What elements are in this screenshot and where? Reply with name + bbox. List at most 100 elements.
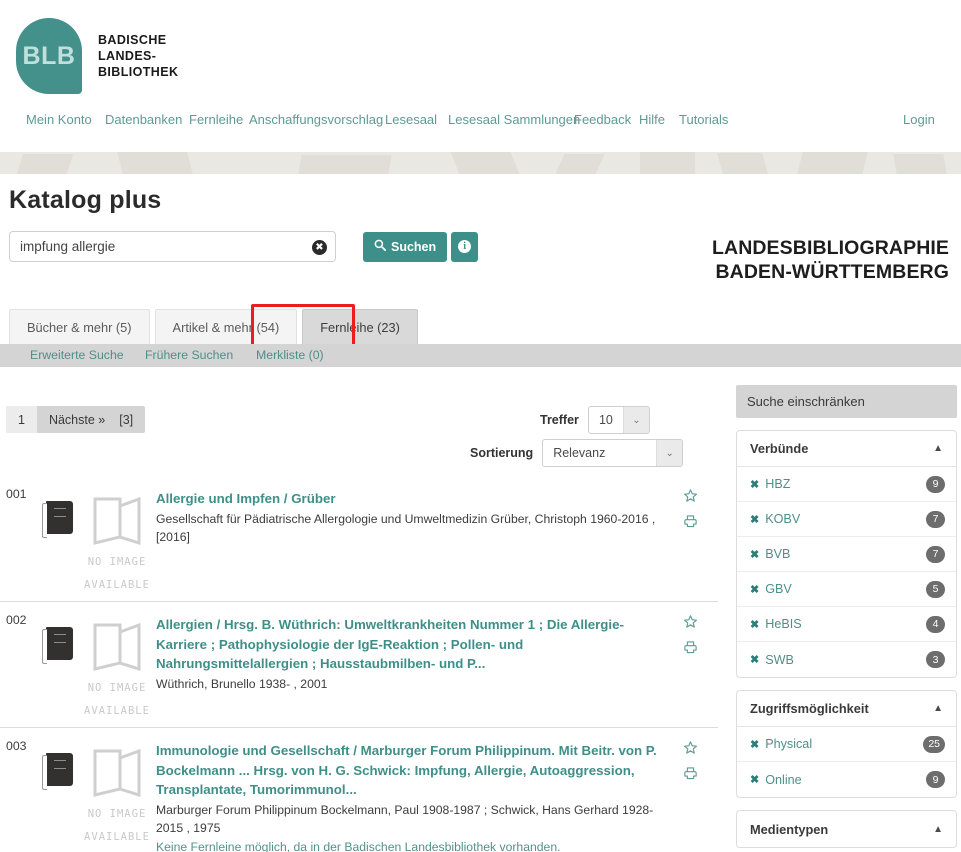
sidebar-title: Suche einschränken <box>736 385 957 418</box>
facet-sidebar: Suche einschränken Verbünde ▲ ✖ HBZ 9 ✖ KO… <box>736 385 957 848</box>
facet-header-verbuende[interactable]: Verbünde ▲ <box>737 431 956 467</box>
clear-icon[interactable]: ✖ <box>312 240 327 255</box>
star-icon[interactable] <box>680 740 700 760</box>
tab-buecher-und-mehr[interactable]: Bücher & mehr (5) <box>9 309 150 344</box>
result-actions <box>680 740 700 792</box>
table-row[interactable]: 001 NO IMAGE AVAILABLE Allergie und Impf… <box>0 476 718 602</box>
x-icon: ✖ <box>750 618 760 631</box>
hits-value: 10 <box>598 413 613 427</box>
nav-item-hilfe[interactable]: Hilfe <box>639 112 665 127</box>
site-header: BLB BADISCHE LANDES- BIBLIOTHEK Mein Kon… <box>0 0 961 152</box>
result-title-link[interactable]: Immunologie und Gesellschaft / Marburger… <box>156 741 666 800</box>
tab-artikel-und-mehr[interactable]: Artikel & mehr (54) <box>154 309 298 344</box>
result-content: Allergie und Impfen / Grüber Gesellschaf… <box>156 485 718 591</box>
search-icon <box>374 239 387 254</box>
logo-wordmark: BADISCHE LANDES- BIBLIOTHEK <box>98 32 178 80</box>
table-row[interactable]: 002 NO IMAGE AVAILABLE Allergien / Hrsg.… <box>0 602 718 728</box>
printer-icon[interactable] <box>680 640 700 660</box>
facet-item-hebis[interactable]: ✖ HeBIS 4 <box>737 607 956 642</box>
facet-group-medientypen: Medientypen ▲ <box>736 810 957 848</box>
result-list: 001 NO IMAGE AVAILABLE Allergie und Impf… <box>0 476 718 852</box>
x-icon: ✖ <box>750 654 760 666</box>
tab-label: Artikel & mehr (54) <box>172 319 280 335</box>
caret-up-icon: ▲ <box>933 443 943 454</box>
pagination: 1 Nächste » [3] <box>6 406 146 433</box>
no-image-placeholder: NO IMAGE AVAILABLE <box>82 745 152 847</box>
link-merkliste[interactable]: Merkliste (0) <box>256 348 324 362</box>
info-icon: i <box>458 240 472 253</box>
result-number: 001 <box>6 487 27 501</box>
facet-group-zugriffsmoeglichkeit: Zugriffsmöglichkeit ▲ ✖ Physical 25 ✖ Onli… <box>736 690 957 798</box>
result-thumbnail: NO IMAGE AVAILABLE <box>38 611 156 717</box>
nav-item-anschaffungsvorschlag[interactable]: Anschaffungsvorschlag <box>249 112 383 127</box>
nav-item-fernleihe[interactable]: Fernleihe <box>189 112 243 127</box>
result-metadata: Wüthrich, Brunello 1938- , 2001 <box>156 676 328 691</box>
tab-label: Fernleihe (23) <box>320 319 400 335</box>
facet-group-verbuende: Verbünde ▲ ✖ HBZ 9 ✖ KOBV 7 ✖ BVB 7 ✖ GBV 5 … <box>736 430 957 678</box>
result-note: Keine Fernleine möglich, da in der Badis… <box>156 839 561 852</box>
tab-fernleihe[interactable]: Fernleihe (23) <box>302 309 418 344</box>
nav-item-tutorials[interactable]: Tutorials <box>679 112 728 127</box>
facet-item-swb[interactable]: ✖ SWB 3 <box>737 642 956 677</box>
link-fruehere-suchen[interactable]: Frühere Suchen <box>145 348 233 362</box>
chevron-down-icon: ⌄ <box>656 440 683 466</box>
result-thumbnail: NO IMAGE AVAILABLE <box>38 485 156 591</box>
star-icon[interactable] <box>680 488 700 508</box>
sort-select[interactable]: Relevanz ⌄ <box>542 439 684 467</box>
facet-item-online[interactable]: ✖ Online 9 <box>737 762 956 797</box>
search-submit-button[interactable]: Suchen <box>363 231 448 262</box>
printer-icon[interactable] <box>680 514 700 534</box>
x-icon: ✖ <box>750 513 760 526</box>
masthead-line-1: LANDESBIBLIOGRAPHIE <box>712 237 949 259</box>
facet-item-hbz[interactable]: ✖ HBZ 9 <box>737 467 956 502</box>
facet-item-label: GBV <box>765 582 792 596</box>
open-book-icon <box>93 748 141 798</box>
link-erweiterte-suche[interactable]: Erweiterte Suche <box>30 348 124 362</box>
facet-item-bvb[interactable]: ✖ BVB 7 <box>737 537 956 572</box>
info-button[interactable]: i <box>451 231 479 262</box>
facet-item-label: HBZ <box>765 477 791 491</box>
facet-item-kobv[interactable]: ✖ KOBV 7 <box>737 502 956 537</box>
result-tabs: Bücher & mehr (5) Artikel & mehr (54) Fe… <box>9 309 423 344</box>
facet-header-zugriffsmoeglichkeit[interactable]: Zugriffsmöglichkeit ▲ <box>737 691 956 727</box>
landesbibliographie-masthead: LANDESBIBLIOGRAPHIE BADEN-WÜRTTEMBERG <box>712 236 949 284</box>
facet-header-medientypen[interactable]: Medientypen ▲ <box>737 811 956 847</box>
printer-icon[interactable] <box>680 766 700 786</box>
logo-line-3: BIBLIOTHEK <box>98 65 179 79</box>
nav-item-lesesaal[interactable]: Lesesaal <box>385 112 437 127</box>
facet-title: Zugriffsmöglichkeit <box>750 701 869 716</box>
site-logo[interactable]: BLB BADISCHE LANDES- BIBLIOTHEK <box>16 18 178 94</box>
facet-item-label: SWB <box>765 652 794 667</box>
facet-item-physical[interactable]: ✖ Physical 25 <box>737 727 956 762</box>
star-icon[interactable] <box>680 614 700 634</box>
result-title-link[interactable]: Allergie und Impfen / Grüber <box>156 489 666 509</box>
nav-item-lesesaal-sammlungen[interactable]: Lesesaal Sammlungen <box>448 112 580 127</box>
search-input-wrapper[interactable]: ✖ <box>9 231 336 262</box>
logo-line-1: BADISCHE <box>98 33 167 47</box>
no-image-caption-line-2: AVAILABLE <box>84 831 150 843</box>
table-row[interactable]: 003 NO IMAGE AVAILABLE Immunologie und G… <box>0 728 718 852</box>
x-icon: ✖ <box>750 583 760 596</box>
no-image-placeholder: NO IMAGE AVAILABLE <box>82 619 152 721</box>
no-image-caption-line-2: AVAILABLE <box>84 579 150 591</box>
pagination-next-button[interactable]: Nächste » <box>37 406 117 433</box>
page-title: Katalog plus <box>9 186 162 214</box>
hits-select[interactable]: 10 ⌄ <box>587 406 650 434</box>
pagination-current-page[interactable]: 1 <box>6 406 37 433</box>
facet-item-label: Online <box>765 772 802 787</box>
no-image-placeholder: NO IMAGE AVAILABLE <box>82 493 152 595</box>
x-icon: ✖ <box>750 478 760 491</box>
facet-item-gbv[interactable]: ✖ GBV 5 <box>737 572 956 607</box>
nav-item-datenbanken[interactable]: Datenbanken <box>105 112 182 127</box>
nav-item-feedback[interactable]: Feedback <box>574 112 631 127</box>
pagination-total-pages: [3] <box>119 412 134 427</box>
facet-item-label: HeBIS <box>765 617 802 631</box>
blb-logo-icon: BLB <box>16 18 82 94</box>
result-title-link[interactable]: Allergien / Hrsg. B. Wüthrich: Umweltkra… <box>156 615 666 674</box>
search-input[interactable] <box>10 232 335 261</box>
nav-item-login[interactable]: Login <box>903 112 935 127</box>
book-icon <box>42 501 73 538</box>
nav-item-mein-konto[interactable]: Mein Konto <box>26 112 92 127</box>
x-icon: ✖ <box>750 738 760 751</box>
result-actions <box>680 488 700 540</box>
